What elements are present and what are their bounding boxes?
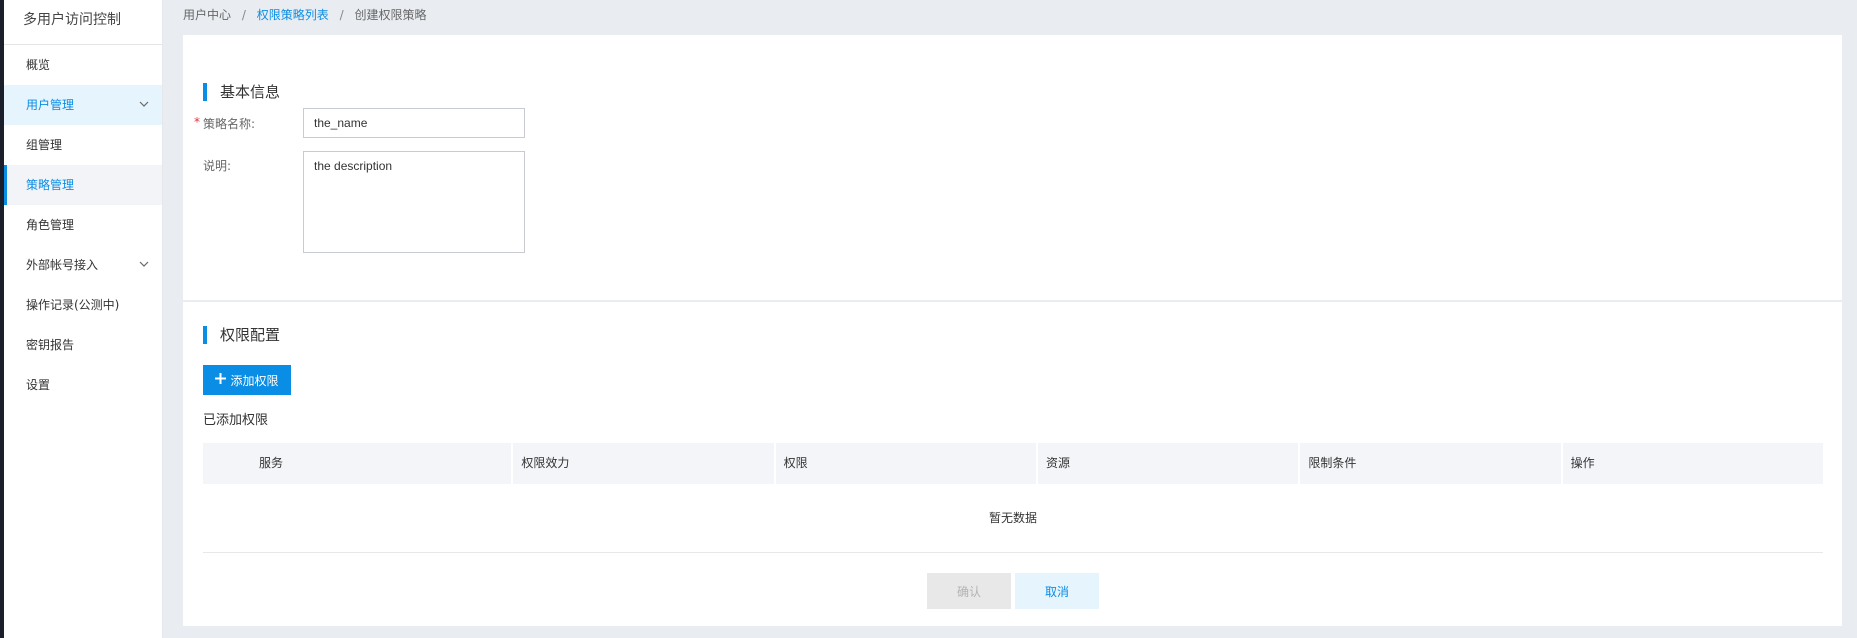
breadcrumb-policy-list[interactable]: 权限策略列表 [257,8,329,22]
permission-config-card: 权限配置 添加权限 已添加权限 服务 权限效力 权限 资源 限制条件 操作 暂无… [183,302,1842,626]
chevron-down-icon [139,85,149,125]
policy-name-label: * 策略名称: [194,115,256,132]
description-textarea[interactable]: the description [303,151,525,253]
policy-name-input[interactable] [303,108,525,138]
column-header-actions: 操作 [1560,443,1823,484]
sidebar-item-policy-management[interactable]: 策略管理 [4,165,162,205]
sidebar-item-label: 用户管理 [26,98,75,112]
chevron-down-icon [139,245,149,285]
plus-icon [215,373,227,387]
column-header-resource: 资源 [1035,443,1298,484]
breadcrumb-separator: / [241,8,246,22]
sidebar-item-label: 操作记录(公测中) [26,298,120,312]
breadcrumb-separator: / [339,8,344,22]
sidebar-item-external-account[interactable]: 外部帐号接入 [4,245,162,285]
column-header-condition: 限制条件 [1298,443,1560,484]
breadcrumb: 用户中心 / 权限策略列表 / 创建权限策略 [183,0,426,30]
breadcrumb-current: 创建权限策略 [354,8,427,22]
sidebar-item-group-management[interactable]: 组管理 [4,125,162,165]
sidebar-item-label: 概览 [26,58,51,72]
sidebar-item-settings[interactable]: 设置 [4,365,162,405]
basic-info-card: 基本信息 * 策略名称: 说明: the description [183,35,1842,300]
sidebar-item-role-management[interactable]: 角色管理 [4,205,162,245]
sidebar-item-label: 密钥报告 [26,338,75,352]
sidebar: 多用户访问控制 概览 用户管理 组管理 策略管理 角色管理 外部帐号接入 操作记… [4,0,163,638]
column-header-permission: 权限 [773,443,1036,484]
sidebar-item-label: 组管理 [26,138,63,152]
sidebar-item-label: 策略管理 [26,178,75,192]
permission-config-title: 权限配置 [203,326,280,344]
sidebar-item-label: 设置 [26,378,51,392]
permission-table: 服务 权限效力 权限 资源 限制条件 操作 暂无数据 [203,443,1823,553]
sidebar-item-overview[interactable]: 概览 [4,45,162,85]
policy-name-label-text: 策略名称: [203,117,256,131]
sidebar-item-operation-log[interactable]: 操作记录(公测中) [4,285,162,325]
description-label: 说明: [203,159,232,173]
added-permissions-title: 已添加权限 [203,413,269,428]
empty-state: 暂无数据 [203,484,1823,553]
cancel-button[interactable]: 取消 [1015,573,1099,609]
basic-info-title: 基本信息 [203,83,280,101]
add-permission-button[interactable]: 添加权限 [203,365,291,395]
confirm-button[interactable]: 确认 [927,573,1011,609]
sidebar-item-label: 角色管理 [26,218,75,232]
table-header: 服务 权限效力 权限 资源 限制条件 操作 [203,443,1823,484]
column-header-service: 服务 [259,456,284,470]
add-permission-label: 添加权限 [230,373,279,388]
sidebar-item-user-management[interactable]: 用户管理 [4,85,162,125]
sidebar-title: 多用户访问控制 [4,0,162,45]
sidebar-item-label: 外部帐号接入 [26,258,99,272]
required-mark: * [194,115,200,129]
column-header-effect: 权限效力 [511,443,773,484]
sidebar-item-key-report[interactable]: 密钥报告 [4,325,162,365]
breadcrumb-home[interactable]: 用户中心 [183,8,231,22]
